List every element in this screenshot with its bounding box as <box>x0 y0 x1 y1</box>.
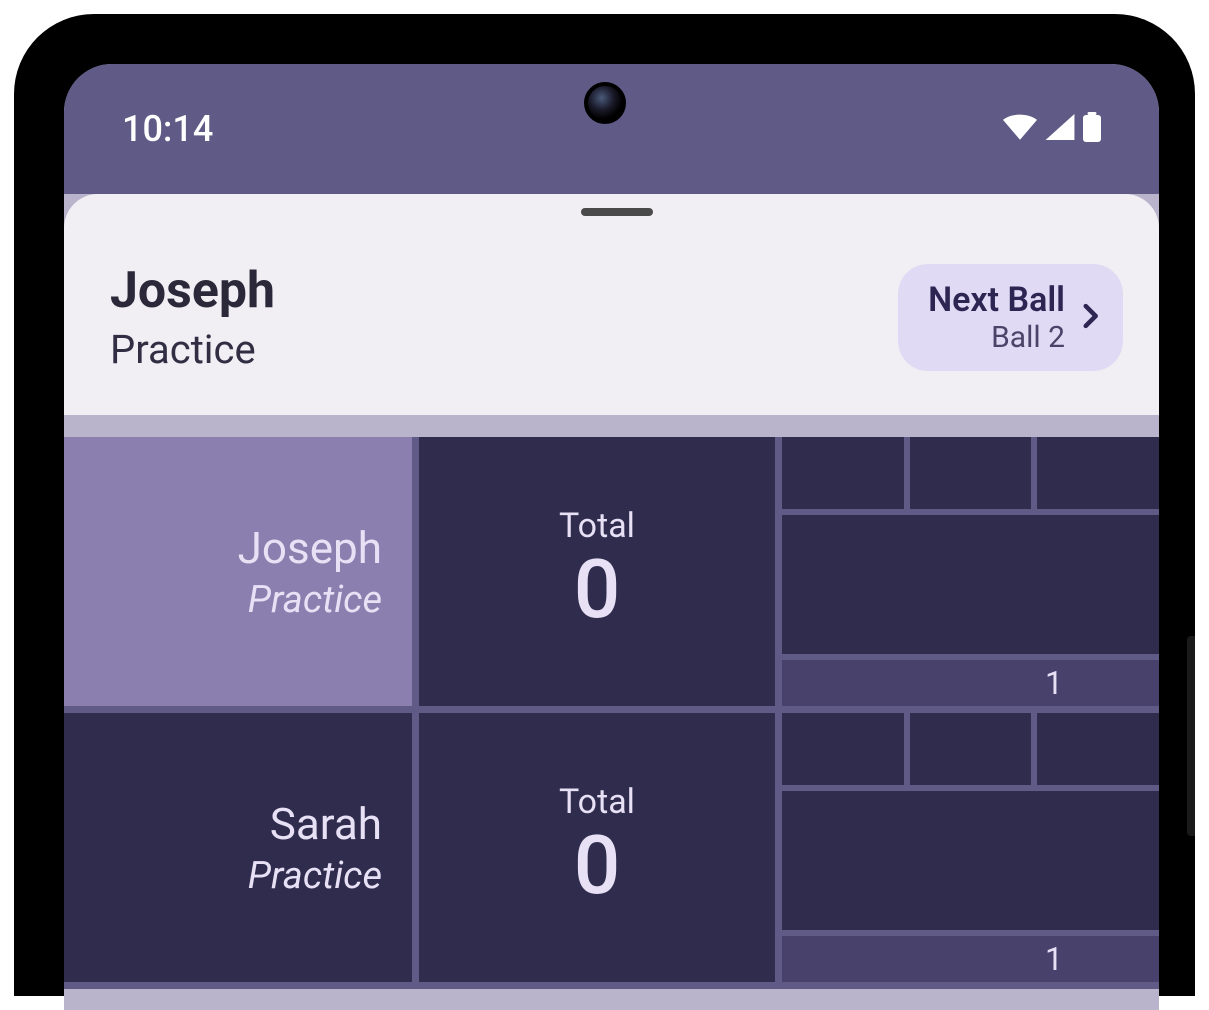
ball-slot[interactable] <box>1037 713 1159 785</box>
battery-icon <box>1083 112 1101 146</box>
status-time: 10:14 <box>122 108 213 150</box>
signal-icon <box>1045 114 1075 144</box>
total-label: Total <box>559 506 635 546</box>
total-value: 0 <box>574 542 621 638</box>
score-row: Joseph Practice Total 0 1 <box>64 437 1159 713</box>
player-cell[interactable]: Sarah Practice <box>64 713 412 982</box>
frame-cell: 1 <box>782 713 1159 982</box>
score-row: Sarah Practice Total 0 1 <box>64 713 1159 989</box>
total-label: Total <box>559 782 635 822</box>
phone-frame: 10:14 Joseph Practice <box>14 14 1195 996</box>
phone-side-button <box>1187 636 1195 836</box>
next-ball-label: Next Ball <box>928 280 1065 320</box>
frame-score-area <box>782 791 1159 930</box>
next-ball-button[interactable]: Next Ball Ball 2 <box>898 264 1123 371</box>
camera-cutout <box>584 82 626 124</box>
ball-slot[interactable] <box>782 713 904 785</box>
frame-number: 1 <box>782 936 1159 982</box>
screen: 10:14 Joseph Practice <box>64 64 1159 1010</box>
total-cell: Total 0 <box>419 437 775 706</box>
drag-handle[interactable] <box>581 208 653 216</box>
frame-cell: 1 <box>782 437 1159 706</box>
player-mode: Practice <box>248 578 382 622</box>
player-cell[interactable]: Joseph Practice <box>64 437 412 706</box>
divider-strip <box>64 415 1159 437</box>
current-player-name: Joseph <box>110 262 275 320</box>
total-value: 0 <box>574 818 621 914</box>
next-ball-detail: Ball 2 <box>928 320 1065 355</box>
header-card: Joseph Practice Next Ball Ball 2 <box>64 194 1159 415</box>
player-mode: Practice <box>248 854 382 898</box>
current-player-info: Joseph Practice <box>110 262 275 373</box>
ball-slot[interactable] <box>1037 437 1159 509</box>
player-name: Sarah <box>270 798 382 850</box>
chevron-right-icon <box>1073 299 1107 337</box>
total-cell: Total 0 <box>419 713 775 982</box>
status-icons <box>1003 112 1101 146</box>
ball-slot[interactable] <box>782 437 904 509</box>
frame-number: 1 <box>782 660 1159 706</box>
current-player-mode: Practice <box>110 326 275 373</box>
wifi-icon <box>1003 114 1037 144</box>
frame-score-area <box>782 515 1159 654</box>
ball-slot[interactable] <box>910 437 1032 509</box>
player-name: Joseph <box>238 522 382 574</box>
ball-slot[interactable] <box>910 713 1032 785</box>
